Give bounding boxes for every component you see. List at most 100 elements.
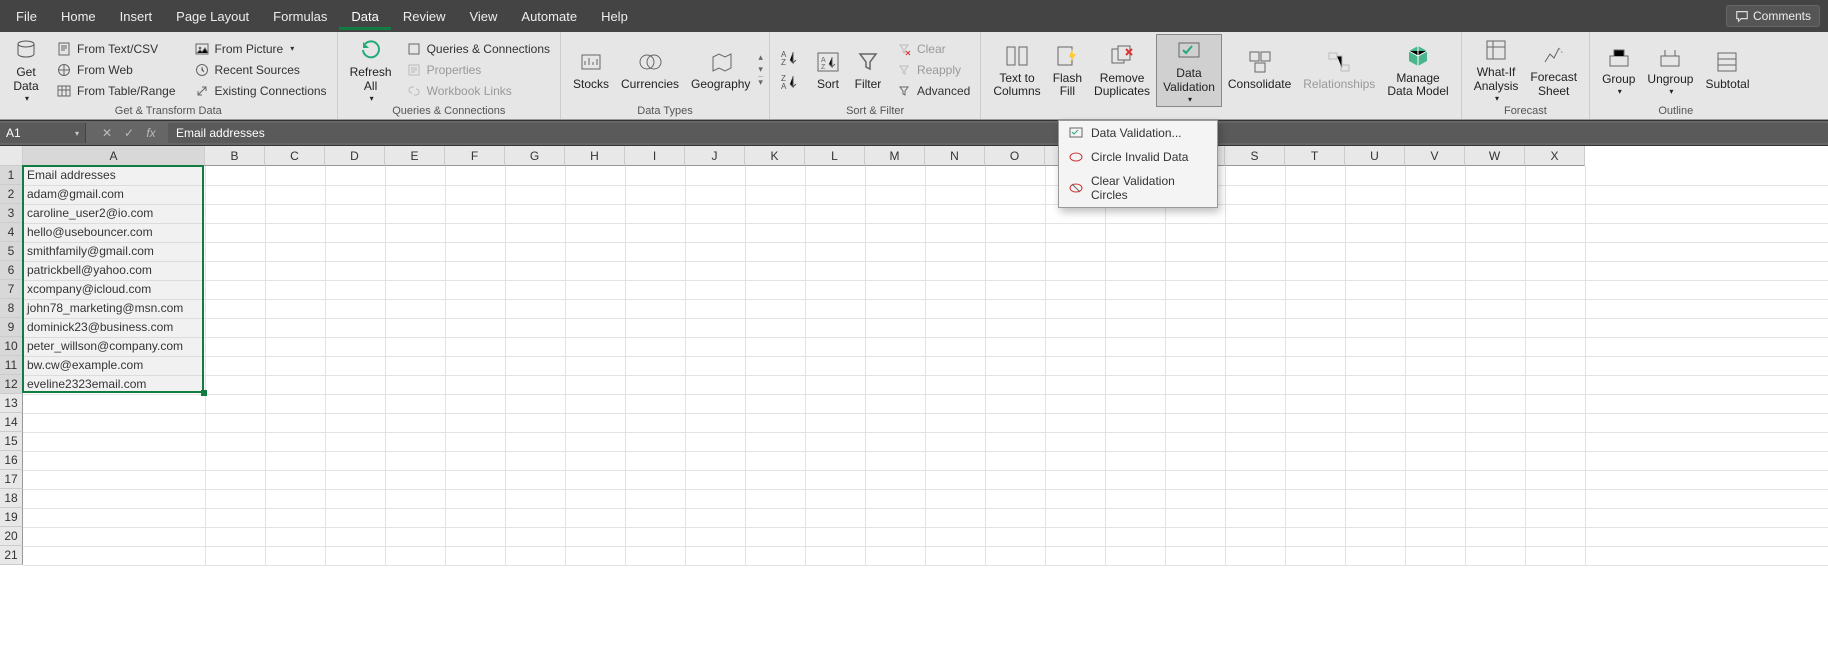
row-header-17[interactable]: 17 [0, 470, 23, 489]
advanced-filter-button[interactable]: Advanced [892, 81, 974, 101]
tab-view[interactable]: View [457, 3, 509, 30]
col-header-G[interactable]: G [505, 146, 565, 166]
row-header-7[interactable]: 7 [0, 280, 23, 299]
col-header-B[interactable]: B [205, 146, 265, 166]
col-header-W[interactable]: W [1465, 146, 1525, 166]
from-text-csv-button[interactable]: From Text/CSV [52, 39, 180, 59]
refresh-all-button[interactable]: Refresh All▾ [344, 34, 398, 105]
data-types-scroll-down[interactable]: ▾ [758, 64, 763, 75]
recent-sources-button[interactable]: Recent Sources [190, 60, 331, 80]
flash-fill-button[interactable]: Flash Fill [1047, 40, 1088, 102]
tab-review[interactable]: Review [391, 3, 458, 30]
cell-A5[interactable]: smithfamily@gmail.com [23, 242, 205, 261]
data-model-button[interactable]: Manage Data Model [1381, 40, 1454, 102]
col-header-E[interactable]: E [385, 146, 445, 166]
dropdown-clear-circles[interactable]: Clear Validation Circles [1059, 169, 1217, 207]
cell-A4[interactable]: hello@usebouncer.com [23, 223, 205, 242]
group-button[interactable]: Group▾ [1596, 41, 1641, 98]
cell-A8[interactable]: john78_marketing@msn.com [23, 299, 205, 318]
row-header-19[interactable]: 19 [0, 508, 23, 527]
col-header-S[interactable]: S [1225, 146, 1285, 166]
row-header-6[interactable]: 6 [0, 261, 23, 280]
comments-button[interactable]: Comments [1726, 5, 1820, 27]
cell-A12[interactable]: eveline2323email.com [23, 375, 205, 394]
sort-asc-button[interactable]: AZ [776, 48, 804, 68]
col-header-C[interactable]: C [265, 146, 325, 166]
cell-A3[interactable]: caroline_user2@io.com [23, 204, 205, 223]
select-all-corner[interactable] [0, 146, 23, 166]
tab-insert[interactable]: Insert [108, 3, 165, 30]
tab-home[interactable]: Home [49, 3, 108, 30]
col-header-H[interactable]: H [565, 146, 625, 166]
cell-A6[interactable]: patrickbell@yahoo.com [23, 261, 205, 280]
forecast-sheet-button[interactable]: Forecast Sheet [1524, 39, 1583, 101]
col-header-K[interactable]: K [745, 146, 805, 166]
row-header-8[interactable]: 8 [0, 299, 23, 318]
insert-function-button[interactable]: fx [140, 126, 162, 140]
accept-formula-button[interactable]: ✓ [118, 126, 140, 140]
row-header-9[interactable]: 9 [0, 318, 23, 337]
selection-fill-handle[interactable] [201, 390, 207, 396]
sort-button[interactable]: AZSort [808, 46, 848, 94]
from-web-button[interactable]: From Web [52, 60, 180, 80]
row-header-11[interactable]: 11 [0, 356, 23, 375]
row-header-3[interactable]: 3 [0, 204, 23, 223]
col-header-X[interactable]: X [1525, 146, 1585, 166]
row-header-5[interactable]: 5 [0, 242, 23, 261]
ungroup-button[interactable]: Ungroup▾ [1641, 41, 1699, 98]
cell-A9[interactable]: dominick23@business.com [23, 318, 205, 337]
data-types-scroll-up[interactable]: ▴ [758, 52, 763, 63]
col-header-J[interactable]: J [685, 146, 745, 166]
col-header-U[interactable]: U [1345, 146, 1405, 166]
cell-A2[interactable]: adam@gmail.com [23, 185, 205, 204]
get-data-button[interactable]: Get Data▾ [6, 34, 46, 105]
col-header-F[interactable]: F [445, 146, 505, 166]
tab-automate[interactable]: Automate [509, 3, 589, 30]
name-box[interactable]: A1▾ [0, 123, 86, 143]
row-header-10[interactable]: 10 [0, 337, 23, 356]
col-header-N[interactable]: N [925, 146, 985, 166]
row-header-20[interactable]: 20 [0, 527, 23, 546]
consolidate-button[interactable]: Consolidate [1222, 46, 1297, 94]
row-header-16[interactable]: 16 [0, 451, 23, 470]
col-header-M[interactable]: M [865, 146, 925, 166]
row-header-14[interactable]: 14 [0, 413, 23, 432]
row-header-18[interactable]: 18 [0, 489, 23, 508]
cancel-formula-button[interactable]: ✕ [96, 126, 118, 140]
sort-desc-button[interactable]: ZA [776, 72, 804, 92]
properties-button[interactable]: Properties [402, 60, 554, 80]
cell-A7[interactable]: xcompany@icloud.com [23, 280, 205, 299]
text-to-columns-button[interactable]: Text to Columns [987, 40, 1046, 102]
col-header-A[interactable]: A [23, 146, 205, 166]
cell-A1[interactable]: Email addresses [23, 166, 205, 185]
cell-A10[interactable]: peter_willson@company.com [23, 337, 205, 356]
filter-button[interactable]: Filter [848, 46, 888, 94]
col-header-O[interactable]: O [985, 146, 1045, 166]
col-header-T[interactable]: T [1285, 146, 1345, 166]
col-header-I[interactable]: I [625, 146, 685, 166]
dropdown-data-validation[interactable]: Data Validation... [1059, 121, 1217, 145]
relationships-button[interactable]: Relationships [1297, 46, 1381, 94]
remove-duplicates-button[interactable]: Remove Duplicates [1088, 40, 1156, 102]
workbook-links-button[interactable]: Workbook Links [402, 81, 554, 101]
existing-connections-button[interactable]: Existing Connections [190, 81, 331, 101]
row-header-1[interactable]: 1 [0, 166, 23, 185]
reapply-button[interactable]: Reapply [892, 60, 974, 80]
row-header-15[interactable]: 15 [0, 432, 23, 451]
what-if-button[interactable]: What-If Analysis▾ [1468, 34, 1525, 105]
currencies-button[interactable]: Currencies [615, 46, 685, 94]
tab-help[interactable]: Help [589, 3, 640, 30]
data-types-expand[interactable]: ▾ [758, 76, 763, 88]
queries-connections-button[interactable]: Queries & Connections [402, 39, 554, 59]
from-table-range-button[interactable]: From Table/Range [52, 81, 180, 101]
col-header-V[interactable]: V [1405, 146, 1465, 166]
row-header-2[interactable]: 2 [0, 185, 23, 204]
from-picture-button[interactable]: From Picture▾ [190, 39, 331, 59]
subtotal-button[interactable]: Subtotal [1699, 46, 1755, 94]
geography-button[interactable]: Geography [685, 46, 756, 94]
row-header-21[interactable]: 21 [0, 546, 23, 565]
dropdown-circle-invalid[interactable]: Circle Invalid Data [1059, 145, 1217, 169]
col-header-D[interactable]: D [325, 146, 385, 166]
row-header-4[interactable]: 4 [0, 223, 23, 242]
tab-formulas[interactable]: Formulas [261, 3, 339, 30]
